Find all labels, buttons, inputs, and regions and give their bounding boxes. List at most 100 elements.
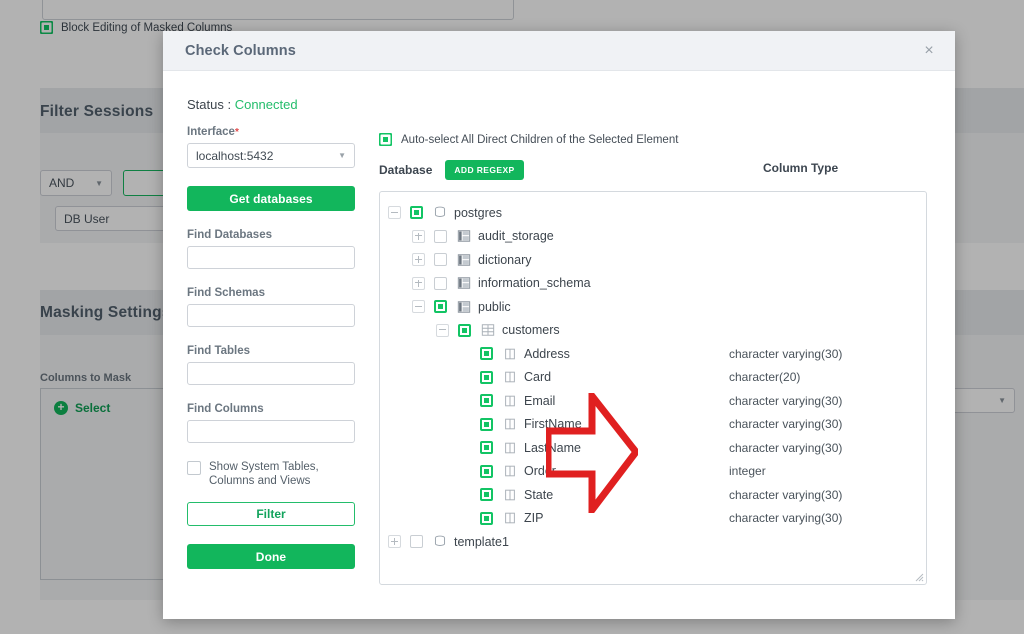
column-icon [505,371,515,383]
table-icon [481,324,495,336]
find-columns-input[interactable] [187,420,355,443]
database-tree: postgres audit_storage dictionary informati… [380,192,926,554]
checkbox-checked-icon[interactable] [379,133,392,146]
done-button[interactable]: Done [187,544,355,569]
find-databases-input[interactable] [187,246,355,269]
schema-icon-wrap [447,229,471,243]
checkbox-checked-icon[interactable] [480,347,493,361]
column-icon-wrap [493,464,517,478]
filter-button[interactable]: Filter [187,502,355,526]
database-tree-container[interactable]: postgres audit_storage dictionary informati… [379,191,927,585]
resize-handle-icon[interactable] [915,573,924,582]
tree-node-label: public [478,299,511,314]
tree-row[interactable]: public [380,295,926,319]
tree-row[interactable]: audit_storage [380,225,926,249]
connection-panel: Status : Connected Interface* localhost:… [187,97,355,569]
tree-node-label: information_schema [478,276,591,291]
status-value: Connected [234,97,298,112]
checkbox-checked-icon[interactable] [480,488,493,502]
tree-row[interactable]: postgres [380,201,926,225]
auto-select-label: Auto-select All Direct Children of the S… [401,133,679,146]
get-databases-button[interactable]: Get databases [187,186,355,211]
collapse-icon[interactable] [436,323,449,337]
checkbox-checked-icon[interactable] [434,300,447,314]
column-type-value: character varying(30) [729,393,843,408]
checkbox-checked-icon[interactable] [480,511,493,525]
tree-row[interactable]: Email character varying(30) [380,389,926,413]
column-icon-wrap [493,417,517,431]
checkbox-checked-icon[interactable] [480,417,493,431]
find-schemas-input[interactable] [187,304,355,327]
checkbox-unchecked-icon[interactable] [434,229,447,243]
collapse-icon[interactable] [412,300,425,314]
column-icon-wrap [493,370,517,384]
checkbox-checked-icon[interactable] [480,464,493,478]
show-system-row[interactable]: Show System Tables, Columns and Views [187,460,355,488]
add-regexp-button[interactable]: ADD REGEXP [445,160,524,180]
column-icon [505,465,515,477]
checkbox-unchecked-icon[interactable] [410,535,423,549]
schema-icon [457,301,471,313]
dialog-title: Check Columns [185,42,296,59]
tree-row[interactable]: FirstName character varying(30) [380,413,926,437]
tree-row[interactable]: Card character(20) [380,366,926,390]
auto-select-row[interactable]: Auto-select All Direct Children of the S… [379,133,927,146]
checkbox-checked-icon[interactable] [410,206,423,220]
collapse-icon[interactable] [388,206,401,220]
show-system-label: Show System Tables, Columns and Views [209,461,319,487]
tree-node-label: Address [524,346,570,361]
dialog-header: Check Columns × [163,31,955,71]
checkbox-checked-icon[interactable] [458,323,471,337]
checkbox-unchecked-icon[interactable] [434,253,447,267]
find-tables-label: Find Tables [187,345,251,357]
table-icon-wrap [471,323,495,337]
checkbox-checked-icon[interactable] [480,394,493,408]
tree-row[interactable]: ZIP character varying(30) [380,507,926,531]
column-icon [505,418,515,430]
find-tables-input[interactable] [187,362,355,385]
tree-row[interactable]: customers [380,319,926,343]
expand-icon[interactable] [412,276,425,290]
tree-row[interactable]: LastName character varying(30) [380,436,926,460]
interface-select[interactable]: localhost:5432 ▼ [187,143,355,168]
find-databases-label: Find Databases [187,229,272,241]
tree-row[interactable]: dictionary [380,248,926,272]
column-type-value: character varying(30) [729,417,843,432]
schema-icon-wrap [447,276,471,290]
column-type-value: integer [729,464,766,479]
tree-row[interactable]: template1 [380,530,926,554]
database-icon [434,206,446,217]
schema-icon [457,230,471,242]
tree-node-label: Order [524,464,556,479]
column-icon [505,395,515,407]
tree-node-label: dictionary [478,252,532,267]
column-type-value: character varying(30) [729,346,843,361]
checkbox-checked-icon[interactable] [480,441,493,455]
close-icon[interactable]: × [919,41,939,61]
schema-icon [457,277,471,289]
tree-row[interactable]: information_schema [380,272,926,296]
database-icon [434,535,446,546]
check-columns-dialog: Check Columns × Status : Connected Inter… [163,31,955,619]
column-type-value: character varying(30) [729,487,843,502]
show-system-checkbox[interactable] [187,461,201,475]
schema-icon [457,254,471,266]
column-icon-wrap [493,347,517,361]
tree-node-label: customers [502,323,560,338]
expand-icon[interactable] [388,535,401,549]
tree-row[interactable]: Address character varying(30) [380,342,926,366]
tree-row[interactable]: Order integer [380,460,926,484]
interface-label-text: Interface [187,126,235,138]
column-type-header: Column Type [763,161,839,175]
tree-node-label: postgres [454,205,502,220]
checkbox-checked-icon[interactable] [480,370,493,384]
required-marker: * [234,127,239,138]
database-icon-wrap [423,535,447,549]
tree-node-label: template1 [454,534,509,549]
column-type-value: character(20) [729,370,801,385]
tree-row[interactable]: State character varying(30) [380,483,926,507]
expand-icon[interactable] [412,253,425,267]
expand-icon[interactable] [412,229,425,243]
checkbox-unchecked-icon[interactable] [434,276,447,290]
tree-node-label: LastName [524,440,581,455]
